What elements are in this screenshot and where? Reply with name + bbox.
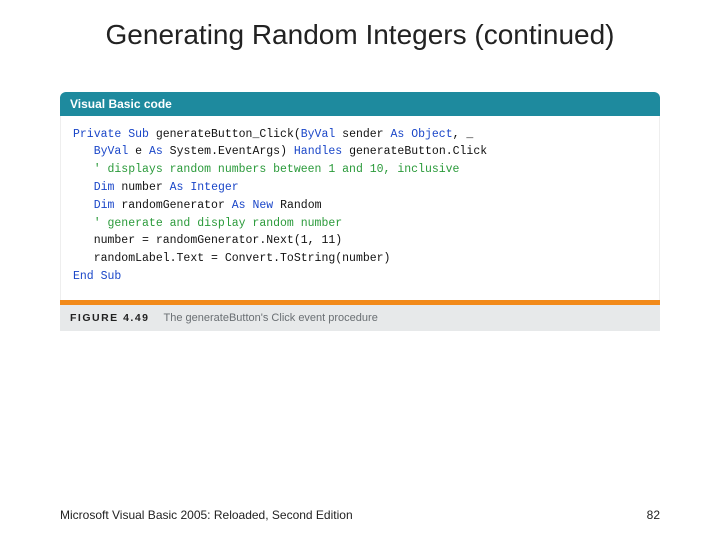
code-line: Private Sub generateButton_Click(ByVal s… (73, 126, 647, 144)
keyword: ByVal (301, 128, 336, 141)
figure-caption: The generateButton's Click event procedu… (164, 312, 378, 324)
code-text: randomGenerator (114, 199, 231, 212)
keyword: ByVal (94, 145, 129, 158)
code-text: sender (335, 128, 390, 141)
page-number: 82 (647, 508, 660, 522)
slide-footer: Microsoft Visual Basic 2005: Reloaded, S… (60, 508, 660, 522)
code-text: generateButton_Click( (149, 128, 301, 141)
keyword: As New (232, 199, 273, 212)
code-text: Random (273, 199, 321, 212)
code-header: Visual Basic code (60, 92, 660, 116)
keyword: Private Sub (73, 128, 149, 141)
code-text: number (114, 181, 169, 194)
slide-title: Generating Random Integers (continued) (0, 0, 720, 58)
figure-caption-bar: FIGURE 4.49 The generateButton's Click e… (60, 305, 660, 331)
code-text: generateButton.Click (342, 145, 487, 158)
code-line: ByVal e As System.EventArgs) Handles gen… (73, 143, 647, 161)
code-text: System.EventArgs) (163, 145, 294, 158)
keyword: As Integer (170, 181, 239, 194)
code-block: Private Sub generateButton_Click(ByVal s… (60, 116, 660, 300)
keyword: Handles (294, 145, 342, 158)
code-line: Dim randomGenerator As New Random (73, 197, 647, 215)
code-text (73, 181, 94, 194)
code-comment: ' displays random numbers between 1 and … (73, 161, 647, 179)
keyword: Dim (94, 199, 115, 212)
code-line: randomLabel.Text = Convert.ToString(numb… (73, 250, 647, 268)
code-comment: ' generate and display random number (73, 215, 647, 233)
code-text (73, 145, 94, 158)
keyword: End Sub (73, 270, 121, 283)
figure-label: FIGURE 4.49 (70, 312, 150, 324)
figure-container: Visual Basic code Private Sub generateBu… (60, 92, 660, 331)
code-text (73, 199, 94, 212)
code-line: Dim number As Integer (73, 179, 647, 197)
code-text: , _ (453, 128, 474, 141)
code-line: End Sub (73, 268, 647, 286)
code-line: number = randomGenerator.Next(1, 11) (73, 232, 647, 250)
keyword: As (149, 145, 163, 158)
code-text: e (128, 145, 149, 158)
keyword: Dim (94, 181, 115, 194)
footer-source: Microsoft Visual Basic 2005: Reloaded, S… (60, 508, 353, 522)
keyword: As Object (390, 128, 452, 141)
